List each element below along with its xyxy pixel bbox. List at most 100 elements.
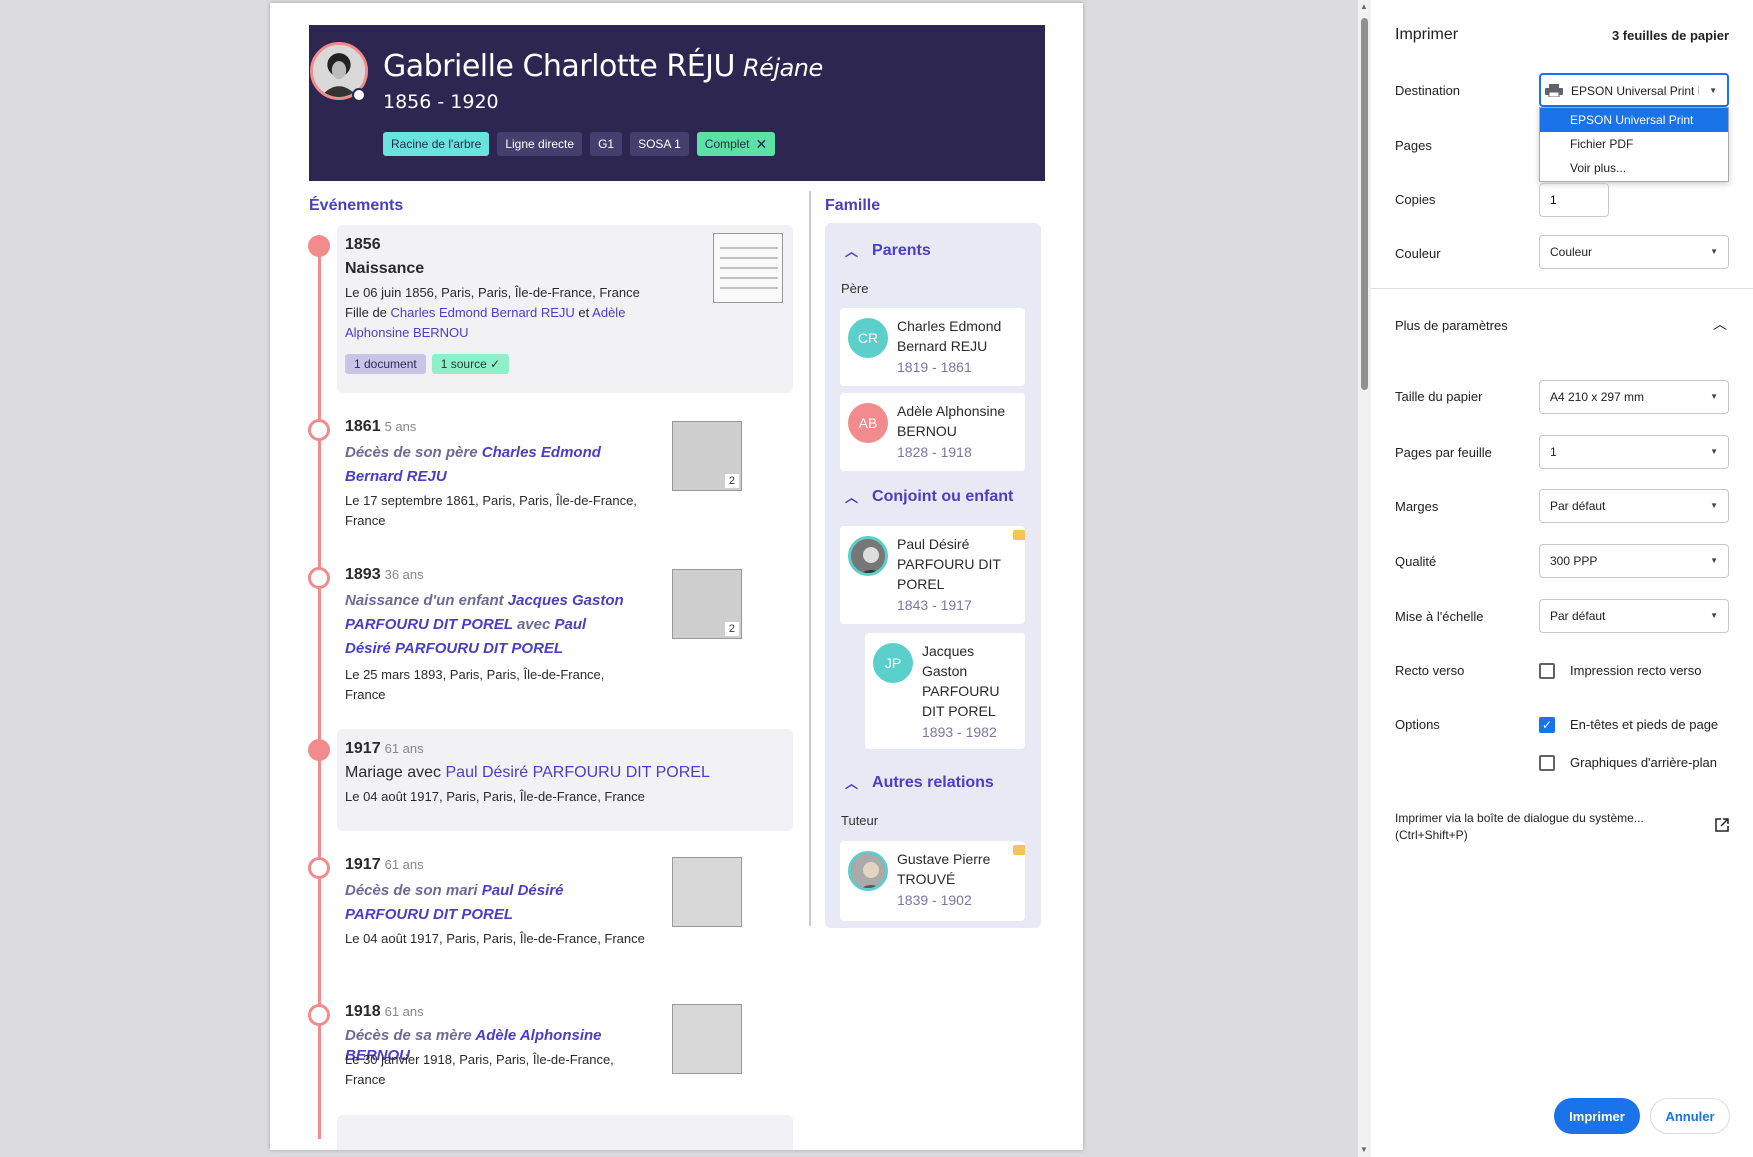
father-dates: 1819 - 1861 (897, 359, 972, 375)
scale-label: Mise à l'échelle (1395, 609, 1484, 624)
destination-option[interactable]: EPSON Universal Print Driver (1540, 108, 1728, 151)
other-relations-header[interactable]: ︿ Autres relations (845, 773, 994, 792)
scroll-thumb[interactable] (1361, 18, 1368, 390)
document-count: 2 (724, 622, 739, 636)
chevron-up-icon: ︿ (845, 244, 859, 259)
chevron-up-icon: ︿ (845, 776, 859, 791)
dropdown-arrow-icon: ▼ (1710, 447, 1718, 456)
document-thumbnail[interactable]: 2 (672, 421, 742, 491)
more-settings-toggle[interactable]: Plus de paramètres (1395, 318, 1508, 333)
chevron-up-icon: ︿ (845, 490, 859, 505)
cancel-button[interactable]: Annuler (1650, 1098, 1730, 1134)
event-chips: 1 document 1 source ✓ (345, 354, 515, 374)
copies-input[interactable]: 1 (1539, 183, 1609, 217)
tag-direct-line: Ligne directe (497, 132, 583, 156)
mother-dates: 1828 - 1918 (897, 444, 972, 460)
father-card[interactable]: CR Charles Edmond Bernard REJU 1819 - 18… (840, 308, 1025, 386)
event-place: Le 04 août 1917, Paris, Paris, Île-de-Fr… (345, 931, 645, 946)
event-desc: Naissance d'un enfant Jacques Gaston PAR… (345, 592, 624, 657)
event-place: Le 17 septembre 1861, Paris, Paris, Île-… (345, 493, 637, 528)
destination-option[interactable]: Voir plus... (1540, 156, 1728, 180)
parents-header[interactable]: ︿ Parents (845, 241, 931, 260)
options-label: Options (1395, 717, 1440, 732)
print-title: Imprimer (1395, 26, 1459, 43)
pages-per-sheet-select[interactable]: 1 ▼ (1539, 435, 1729, 469)
event-spouse-death: 1917 61 ans Décès de son mari Paul Désiré… (337, 855, 793, 973)
child-name: Jacques Gaston PARFOURU DIT POREL (922, 643, 1000, 719)
scale-select[interactable]: Par défaut ▼ (1539, 599, 1729, 633)
event-year-line: 1861 5 ans (345, 418, 417, 435)
tag-sosa: SOSA 1 (630, 132, 689, 156)
child-card[interactable]: JP Jacques Gaston PARFOURU DIT POREL 189… (865, 633, 1025, 749)
tutor-label: Tuteur (841, 813, 879, 828)
event-place: Le 25 mars 1893, Paris, Paris, Île-de-Fr… (345, 667, 605, 702)
event-next (337, 1115, 793, 1150)
pages-label: Pages (1395, 138, 1432, 153)
tutor-card[interactable]: Gustave Pierre TROUVÉ 1839 - 1902 (840, 841, 1025, 921)
column-divider (809, 191, 811, 926)
father-link[interactable]: Charles Edmond Bernard REJU (391, 305, 575, 320)
pages-per-sheet-label: Pages par feuille (1395, 445, 1492, 460)
quality-select[interactable]: 300 PPP ▼ (1539, 544, 1729, 578)
bookmark-icon (1013, 845, 1025, 855)
dropdown-arrow-icon: ▼ (1710, 392, 1718, 401)
father-label: Père (841, 281, 869, 296)
document-thumbnail[interactable] (672, 857, 742, 927)
mother-name: Adèle Alphonsine BERNOU (897, 403, 1006, 439)
family-title: Famille (825, 197, 881, 214)
event-title: Naissance (345, 260, 425, 277)
paper-size-select[interactable]: A4 210 x 297 mm ▼ (1539, 380, 1729, 414)
tag-root: Racine de l'arbre (383, 132, 490, 156)
event-birth: 1856 Naissance Le 06 juin 1856, Paris, P… (337, 225, 793, 393)
spouse-header[interactable]: ︿ Conjoint ou enfant (845, 487, 1013, 506)
event-child-birth: 1893 36 ans Naissance d'un enfant Jacques… (337, 565, 793, 715)
document-thumbnail[interactable] (672, 1004, 742, 1074)
background-option-label: Graphiques d'arrière-plan (1570, 755, 1718, 770)
destination-option[interactable]: Fichier PDF (1540, 132, 1728, 156)
close-icon: ✕ (755, 136, 768, 152)
document-thumbnail[interactable] (713, 233, 783, 303)
background-checkbox[interactable] (1539, 755, 1555, 771)
document-thumbnail[interactable]: 2 (672, 569, 742, 639)
documents-chip[interactable]: 1 document (345, 354, 426, 374)
system-dialog-link[interactable]: Imprimer via la boîte de dialogue du sys… (1395, 810, 1685, 844)
father-initials: CR (848, 318, 888, 358)
father-name: Charles Edmond Bernard REJU (897, 318, 1002, 354)
color-label: Couleur (1395, 246, 1441, 261)
preview-scrollbar[interactable]: ▲ ▼ (1358, 0, 1371, 1157)
destination-select[interactable]: EPSON Universal Print Driver ▼ (1539, 73, 1729, 107)
timeline-dot (308, 235, 330, 257)
margins-select[interactable]: Par défaut ▼ (1539, 489, 1729, 523)
events-title: Événements (309, 197, 404, 214)
bookmark-icon (1013, 530, 1025, 540)
person-nickname: Réjane (742, 54, 823, 82)
timeline-dot (308, 857, 330, 879)
print-button[interactable]: Imprimer (1554, 1098, 1640, 1134)
scroll-up-icon[interactable]: ▲ (1360, 2, 1368, 11)
destination-dropdown: EPSON Universal Print Driver Fichier PDF… (1539, 107, 1729, 182)
event-mother-death: 1918 61 ans Décès de sa mère Adèle Alphon… (337, 1002, 793, 1102)
quality-label: Qualité (1395, 554, 1437, 569)
event-year-line: 1918 61 ans (345, 1003, 424, 1020)
event-desc: Décès de son mari Paul Désiré PARFOURU D… (345, 882, 564, 923)
print-preview-area: Gabrielle Charlotte RÉJU Réjane 1856 - 19… (0, 0, 1360, 1157)
scroll-down-icon[interactable]: ▼ (1360, 1145, 1368, 1154)
spouse-dates: 1843 - 1917 (897, 597, 972, 613)
destination-label: Destination (1395, 83, 1461, 98)
timeline-dot (308, 739, 330, 761)
open-external-icon[interactable] (1715, 818, 1729, 832)
spouse-portrait (848, 536, 888, 576)
dropdown-arrow-icon: ▼ (1709, 86, 1717, 95)
sources-chip[interactable]: 1 source ✓ (431, 354, 510, 374)
spouse-card[interactable]: Paul Désiré PARFOURU DIT POREL 1843 - 19… (840, 526, 1025, 624)
duplex-checkbox[interactable] (1539, 663, 1555, 679)
headers-checkbox[interactable]: ✓ (1539, 717, 1555, 733)
person-tags: Racine de l'arbre Ligne directe G1 SOSA … (383, 132, 776, 156)
timeline-dot (308, 1004, 330, 1026)
spouse-link[interactable]: Paul Désiré PARFOURU DIT POREL (446, 764, 710, 781)
mother-initials: AB (848, 403, 888, 443)
mother-card[interactable]: AB Adèle Alphonsine BERNOU 1828 - 1918 (840, 393, 1025, 471)
color-select[interactable]: Couleur ▼ (1539, 235, 1729, 269)
chevron-up-icon[interactable]: ︿ (1713, 314, 1727, 334)
event-place: Le 04 août 1917, Paris, Paris, Île-de-Fr… (345, 789, 645, 804)
